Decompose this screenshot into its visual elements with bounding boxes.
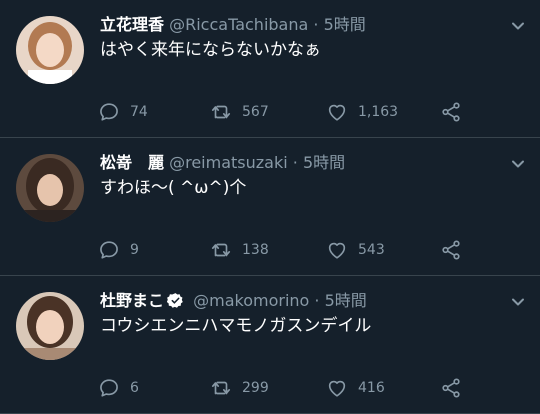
reply-icon bbox=[100, 241, 118, 259]
like-count: 543 bbox=[358, 242, 385, 258]
tweet-actions: 9 138 543 bbox=[98, 238, 478, 262]
retweet-button[interactable]: 299 bbox=[210, 376, 269, 400]
share-button[interactable] bbox=[440, 376, 472, 400]
tweet-text: コウシエンニハマモノガスンデイル bbox=[100, 316, 372, 336]
retweet-count: 138 bbox=[242, 242, 269, 258]
user-handle[interactable]: @makomorino bbox=[193, 291, 309, 310]
like-button[interactable]: 1,163 bbox=[326, 100, 398, 124]
tweet[interactable]: 杜野まこ @makomorino · 5時間 コウシエンニハマモノガスンデイル … bbox=[0, 276, 540, 414]
retweet-button[interactable]: 567 bbox=[210, 100, 269, 124]
like-button[interactable]: 543 bbox=[326, 238, 385, 262]
reply-icon bbox=[100, 103, 118, 121]
reply-button[interactable]: 74 bbox=[98, 100, 148, 124]
tweet-header: 松嵜 麗 @reimatsuzaki · 5時間 bbox=[100, 152, 500, 174]
like-icon bbox=[328, 104, 346, 121]
tweet-text: すわほ〜( ^ω^)个 bbox=[100, 178, 247, 198]
tweet-text: はやく来年にならないかなぁ bbox=[100, 40, 321, 60]
share-button[interactable] bbox=[440, 100, 472, 124]
avatar[interactable] bbox=[16, 154, 84, 222]
retweet-icon bbox=[211, 381, 231, 395]
tweet-header: 立花理香 @RiccaTachibana · 5時間 bbox=[100, 14, 500, 36]
chevron-down-icon[interactable] bbox=[510, 294, 526, 310]
separator-dot: · bbox=[314, 291, 320, 310]
user-handle[interactable]: @RiccaTachibana bbox=[169, 15, 308, 34]
tweet-actions: 74 567 1,163 bbox=[98, 100, 478, 124]
reply-count: 6 bbox=[130, 380, 139, 396]
retweet-icon bbox=[211, 105, 231, 119]
reply-icon bbox=[100, 379, 118, 397]
separator-dot: · bbox=[313, 15, 319, 34]
reply-button[interactable]: 9 bbox=[98, 238, 139, 262]
tweet-header: 杜野まこ @makomorino · 5時間 bbox=[100, 290, 500, 312]
retweet-count: 567 bbox=[242, 104, 269, 120]
reply-button[interactable]: 6 bbox=[98, 376, 139, 400]
reply-count: 9 bbox=[130, 242, 139, 258]
chevron-down-icon[interactable] bbox=[510, 156, 526, 172]
like-count: 416 bbox=[358, 380, 385, 396]
separator-dot: · bbox=[292, 153, 298, 172]
like-button[interactable]: 416 bbox=[326, 376, 385, 400]
display-name[interactable]: 杜野まこ bbox=[100, 291, 164, 310]
like-icon bbox=[328, 242, 346, 259]
avatar[interactable] bbox=[16, 292, 84, 360]
share-icon bbox=[442, 240, 460, 260]
verified-icon bbox=[167, 293, 183, 308]
timestamp[interactable]: 5時間 bbox=[325, 291, 367, 310]
tweet[interactable]: 立花理香 @RiccaTachibana · 5時間 はやく来年にならないかなぁ… bbox=[0, 0, 540, 138]
share-button[interactable] bbox=[440, 238, 472, 262]
retweet-count: 299 bbox=[242, 380, 269, 396]
display-name[interactable]: 立花理香 bbox=[100, 15, 164, 34]
chevron-down-icon[interactable] bbox=[510, 18, 526, 34]
share-icon bbox=[442, 378, 460, 398]
reply-count: 74 bbox=[130, 104, 148, 120]
tweet-actions: 6 299 416 bbox=[98, 376, 478, 400]
retweet-button[interactable]: 138 bbox=[210, 238, 269, 262]
timestamp[interactable]: 5時間 bbox=[303, 153, 345, 172]
tweet[interactable]: 松嵜 麗 @reimatsuzaki · 5時間 すわほ〜( ^ω^)个 9 1… bbox=[0, 138, 540, 276]
like-count: 1,163 bbox=[358, 104, 399, 120]
retweet-icon bbox=[211, 243, 231, 257]
avatar[interactable] bbox=[16, 16, 84, 84]
display-name[interactable]: 松嵜 麗 bbox=[100, 153, 164, 172]
share-icon bbox=[442, 102, 460, 122]
like-icon bbox=[328, 380, 346, 397]
user-handle[interactable]: @reimatsuzaki bbox=[169, 153, 288, 172]
timestamp[interactable]: 5時間 bbox=[324, 15, 366, 34]
